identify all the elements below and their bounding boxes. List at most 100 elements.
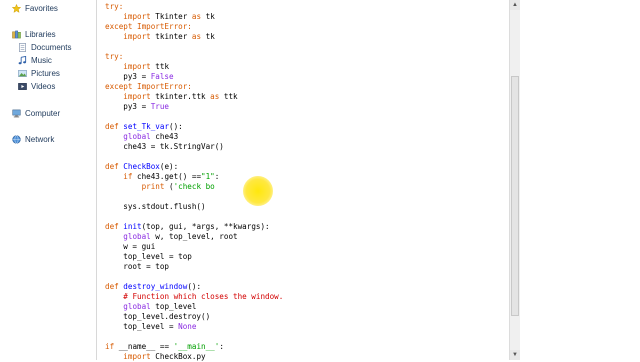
code-line[interactable]: def destroy_window(): bbox=[105, 282, 283, 292]
code-line[interactable]: import CheckBox.py bbox=[105, 352, 283, 362]
code-line[interactable] bbox=[105, 212, 283, 222]
code-token: ttk bbox=[150, 62, 170, 71]
code-token: tkinter.ttk bbox=[150, 92, 211, 101]
code-line[interactable]: except ImportError: bbox=[105, 22, 283, 32]
code-token-fn: CheckBox bbox=[123, 162, 160, 171]
code-token-kw: as bbox=[191, 32, 202, 41]
code-line[interactable]: try: bbox=[105, 2, 283, 12]
code-line[interactable]: import tkinter as tk bbox=[105, 32, 283, 42]
code-token: (): bbox=[187, 282, 202, 291]
mouse-cursor-highlight bbox=[243, 176, 273, 206]
nav-label-network: Network bbox=[25, 134, 55, 144]
code-token: top_level = bbox=[105, 322, 179, 331]
code-token: py3 = bbox=[105, 72, 151, 81]
code-token-bi: False bbox=[150, 72, 174, 81]
code-token: ttk bbox=[219, 92, 238, 101]
star-icon bbox=[11, 3, 22, 13]
code-line[interactable] bbox=[105, 152, 283, 162]
code-line[interactable]: def CheckBox(e): bbox=[105, 162, 283, 172]
code-token: (e): bbox=[159, 162, 179, 171]
code-line[interactable]: top_level = top bbox=[105, 252, 283, 262]
network-icon bbox=[12, 134, 21, 144]
code-token-bi: None bbox=[178, 322, 197, 331]
code-line[interactable]: che43 = tk.StringVar() bbox=[105, 142, 283, 152]
code-line[interactable]: def init(top, gui, *args, **kwargs): bbox=[105, 222, 283, 232]
scroll-up-arrow-icon[interactable]: ▲ bbox=[510, 0, 520, 10]
code-line[interactable]: py3 = True bbox=[105, 102, 283, 112]
code-token: : bbox=[219, 342, 224, 351]
code-token: top_level = top bbox=[105, 252, 192, 261]
code-line[interactable] bbox=[105, 272, 283, 282]
code-token-def: def bbox=[105, 122, 124, 131]
music-icon bbox=[18, 55, 27, 65]
code-token: tkinter bbox=[150, 32, 192, 41]
code-token: py3 = bbox=[105, 102, 151, 111]
code-token-kw: try: bbox=[105, 2, 124, 11]
code-line[interactable]: if __name__ == '__main__': bbox=[105, 342, 283, 352]
nav-item-libraries[interactable]: Libraries bbox=[12, 27, 56, 41]
code-line[interactable]: py3 = False bbox=[105, 72, 283, 82]
nav-label-documents: Documents bbox=[31, 42, 72, 52]
code-token-kw: print bbox=[141, 182, 165, 191]
code-token-kw: import bbox=[123, 62, 151, 71]
nav-item-pictures[interactable]: Pictures bbox=[18, 66, 60, 80]
scrollbar-thumb[interactable] bbox=[511, 76, 519, 316]
code-line[interactable]: global che43 bbox=[105, 132, 283, 142]
vertical-scrollbar[interactable]: ▲ ▼ bbox=[509, 0, 520, 360]
document-icon bbox=[18, 42, 27, 52]
code-token: ( bbox=[164, 182, 174, 191]
code-line[interactable]: except ImportError: bbox=[105, 82, 283, 92]
code-line[interactable]: root = top bbox=[105, 262, 283, 272]
code-token-bi: True bbox=[150, 102, 170, 111]
nav-label-music: Music bbox=[31, 55, 52, 65]
code-line[interactable]: import Tkinter as tk bbox=[105, 12, 283, 22]
code-token: tk bbox=[201, 32, 215, 41]
code-token-st: "1" bbox=[201, 172, 215, 181]
nav-item-network[interactable]: Network bbox=[12, 132, 54, 146]
picture-icon bbox=[18, 69, 27, 78]
code-line[interactable] bbox=[105, 332, 283, 342]
scroll-down-arrow-icon[interactable]: ▼ bbox=[510, 350, 520, 360]
code-token: (top, gui, *args, **kwargs): bbox=[141, 222, 270, 231]
code-line[interactable] bbox=[105, 42, 283, 52]
nav-label-videos: Videos bbox=[31, 81, 56, 91]
code-token-kw: try: bbox=[105, 52, 124, 61]
nav-label-libraries: Libraries bbox=[25, 29, 56, 39]
navigation-pane: Favorites Libraries Documents Music Pict… bbox=[0, 0, 96, 360]
code-token-fn: init bbox=[123, 222, 142, 231]
video-icon bbox=[18, 82, 27, 91]
nav-item-computer[interactable]: Computer bbox=[12, 106, 60, 120]
code-editor[interactable]: try: import Tkinter as tk except ImportEr… bbox=[96, 0, 510, 362]
code-token-cm: # Function which closes the window. bbox=[123, 292, 284, 301]
code-line[interactable]: global w, top_level, root bbox=[105, 232, 283, 242]
code-line[interactable] bbox=[105, 112, 283, 122]
nav-item-music[interactable]: Music bbox=[18, 53, 52, 67]
code-line[interactable]: def set_Tk_var(): bbox=[105, 122, 283, 132]
code-line[interactable]: global top_level bbox=[105, 302, 283, 312]
nav-label-computer: Computer bbox=[25, 108, 61, 118]
code-line[interactable]: top_level.destroy() bbox=[105, 312, 283, 322]
nav-item-documents[interactable]: Documents bbox=[18, 40, 71, 54]
code-token-bi: global bbox=[123, 232, 151, 241]
code-line[interactable]: import ttk bbox=[105, 62, 283, 72]
code-token: w = gui bbox=[105, 242, 156, 251]
code-token: top_level.destroy() bbox=[105, 312, 211, 321]
nav-item-videos[interactable]: Videos bbox=[18, 79, 55, 93]
code-line[interactable]: # Function which closes the window. bbox=[105, 292, 283, 302]
code-line[interactable]: top_level = None bbox=[105, 322, 283, 332]
code-token-bi: global bbox=[123, 132, 151, 141]
code-token-kw: import bbox=[123, 12, 151, 21]
code-line[interactable]: w = gui bbox=[105, 242, 283, 252]
right-blank-area bbox=[520, 0, 640, 360]
code-token: w, top_level, root bbox=[150, 232, 238, 241]
code-token: (): bbox=[169, 122, 183, 131]
code-line[interactable]: try: bbox=[105, 52, 283, 62]
code-token: __name__ == bbox=[114, 342, 174, 351]
code-token-kw: import bbox=[123, 32, 151, 41]
code-token-def: def bbox=[105, 282, 124, 291]
nav-item-favorites[interactable]: Favorites bbox=[11, 1, 58, 15]
code-line[interactable]: import tkinter.ttk as ttk bbox=[105, 92, 283, 102]
